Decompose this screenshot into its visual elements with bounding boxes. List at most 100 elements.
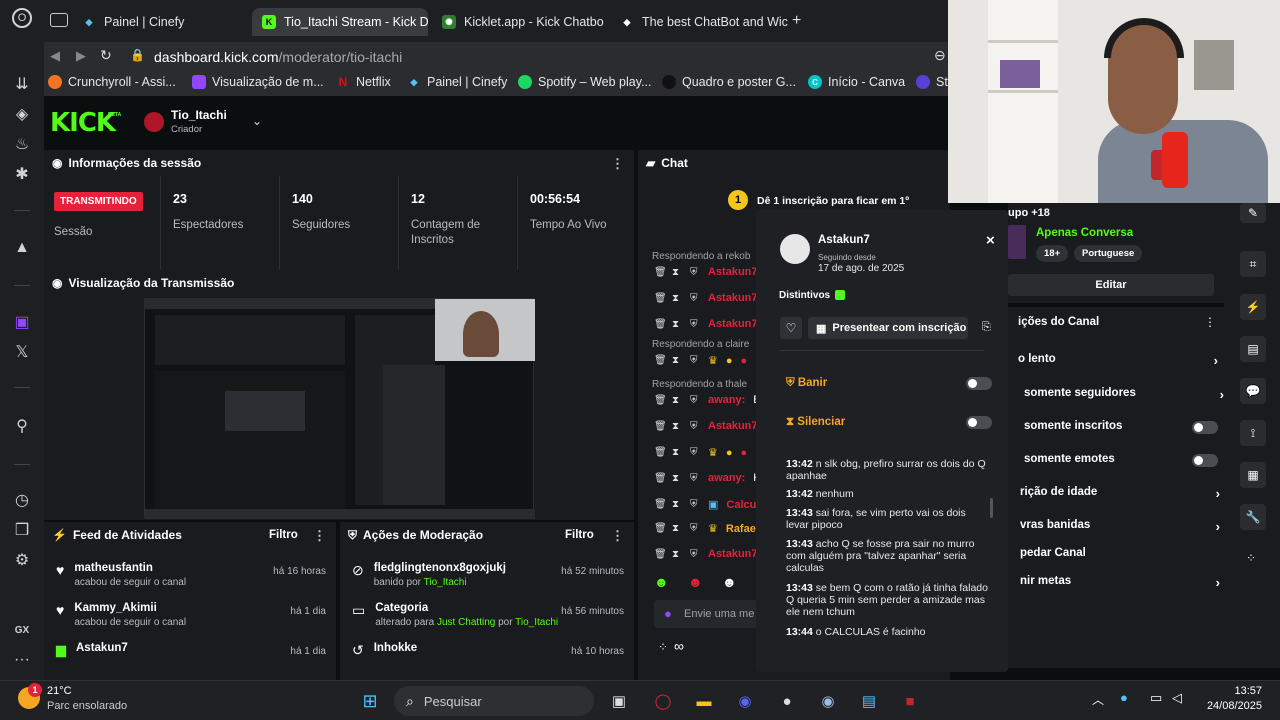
bookmark-cinefy[interactable]: ◆ Painel | Cinefy — [407, 75, 508, 89]
steam-icon[interactable]: ◉ — [815, 689, 841, 713]
notes-icon[interactable]: ▤ — [1240, 336, 1266, 362]
mic-tray-icon[interactable]: ● — [1120, 690, 1128, 705]
layout-icon[interactable]: ▦ — [1240, 462, 1266, 488]
bookmark-canva[interactable]: C Início - Canva — [808, 75, 905, 89]
tab-kicklet[interactable]: ✺ Kicklet.app - Kick Chatbo — [432, 8, 610, 36]
gift-banner[interactable]: Dê 1 inscrição para ficar em 1º — [757, 195, 909, 207]
session-menu-icon[interactable]: ⋮ — [611, 156, 624, 172]
obs-icon[interactable]: ● — [774, 689, 800, 713]
action-followers-only[interactable]: somente seguidores › — [1024, 387, 1224, 402]
url-field[interactable]: dashboard.kick.com/moderator/tio-itachi — [154, 49, 402, 65]
volume-icon[interactable]: ◁ — [1172, 690, 1182, 706]
action-slow-mode[interactable]: o lento › — [1018, 353, 1218, 368]
emote-third-icon[interactable]: ☻ — [722, 574, 737, 590]
profile-link-icon[interactable]: ⎘ — [982, 321, 991, 334]
screenshot-icon[interactable]: ⌗ — [1240, 251, 1266, 277]
chat-message[interactable]: 🗑⧗⛨awany:Bo — [654, 394, 767, 406]
chat-message[interactable]: 🗑⧗⛨awany:KK — [654, 472, 768, 484]
action-age-restriction[interactable]: rição de idade › — [1020, 486, 1220, 501]
more-icon[interactable]: ··· — [10, 648, 34, 672]
broadcast-wave-icon[interactable]: ⟟ — [1240, 420, 1266, 446]
chat-message[interactable]: 🗑 ⧗ ⛨ Astakun7: — [654, 548, 761, 560]
mute-toggle[interactable] — [966, 416, 992, 429]
bookmark-netflix[interactable]: N Netflix — [336, 75, 391, 89]
tag-portuguese[interactable]: Portuguese — [1074, 245, 1143, 262]
bookmark-crunchyroll[interactable]: Crunchyroll - Assi... — [48, 75, 176, 89]
clock-icon[interactable]: ◷ — [10, 488, 34, 512]
action-raid-channel[interactable]: pedar Canal — [1020, 547, 1220, 559]
stream-preview-video[interactable] — [144, 298, 535, 519]
bookmark-quadro[interactable]: Quadro e poster G... — [662, 75, 796, 89]
bookmark-spotify[interactable]: Spotify – Web play... — [518, 75, 651, 89]
channel-avatar[interactable] — [144, 112, 164, 132]
follow-heart-icon[interactable]: ♡ — [780, 317, 802, 339]
file-explorer-icon[interactable]: ▬ — [691, 689, 717, 713]
weather-temp[interactable]: 21°C — [47, 685, 72, 697]
windows-start-icon[interactable]: ⊞ — [357, 689, 383, 713]
action-emotes-only[interactable]: somente emotes — [1024, 453, 1224, 467]
chat-message[interactable]: 🗑 ⧗ ⛨ ♛ Rafaela — [654, 522, 765, 536]
chat-message[interactable]: 🗑 ⧗ ⛨ Astakun7: — [654, 266, 761, 278]
diamond-icon[interactable]: ◈ — [10, 102, 34, 126]
emotes-only-toggle[interactable] — [1192, 454, 1218, 467]
action-banned-words[interactable]: vras banidas › — [1020, 519, 1220, 534]
opera-menu-icon[interactable]: O — [12, 8, 32, 28]
bag-icon[interactable]: ♨ — [10, 132, 34, 156]
action-goals[interactable]: nir metas › — [1020, 575, 1220, 590]
subs-only-toggle[interactable] — [1192, 421, 1218, 434]
flash-icon[interactable]: ⚡ — [1240, 294, 1266, 320]
clock-date[interactable]: 24/08/2025 — [1204, 700, 1262, 712]
kick-logo[interactable]: KICK — [50, 108, 116, 138]
wrench-icon[interactable]: 🔧 — [1240, 504, 1266, 530]
clock-time[interactable]: 13:57 — [1204, 685, 1262, 697]
app-icon[interactable]: ■ — [897, 689, 923, 713]
channel-actions-menu-icon[interactable]: ⋮ — [1204, 315, 1216, 329]
close-icon[interactable]: × — [986, 232, 995, 249]
activity-menu-icon[interactable]: ⋮ — [313, 528, 326, 544]
bookmark-visualizacao[interactable]: Visualização de m... — [192, 75, 324, 89]
channel-switch-chevron-down-icon[interactable]: ⌄ — [252, 114, 262, 128]
aria-icon[interactable]: ⇊ — [10, 72, 34, 96]
cube-alt-icon[interactable]: ❒ — [10, 518, 34, 542]
discord-icon[interactable]: ◉ — [732, 689, 758, 713]
twitch-icon[interactable]: ▣ — [10, 310, 34, 334]
notepad-icon[interactable]: ▤ — [856, 689, 882, 713]
emote-icon[interactable]: ☻ — [654, 574, 669, 590]
ban-toggle[interactable] — [966, 377, 992, 390]
tab-kick-dashboard[interactable]: K Tio_Itachi Stream - Kick D — [252, 8, 428, 36]
gx-icon[interactable]: GX — [10, 618, 34, 642]
settings-dots-icon[interactable]: ⁘ — [658, 640, 668, 654]
gift-sub-button[interactable]: ▦ Presentear com inscrição — [808, 317, 968, 339]
chat-message[interactable]: 🗑 ⧗ ⛨ ▣ Calculi — [654, 498, 762, 512]
star-icon[interactable]: ✱ — [10, 162, 34, 186]
tab-chatbot[interactable]: ◆ The best ChatBot and Wic — [610, 8, 788, 36]
workspace-icon[interactable] — [50, 13, 68, 27]
moderation-filter-button[interactable]: Filtro — [565, 529, 594, 541]
opera-gx-icon[interactable]: ◯ — [650, 689, 676, 713]
infinity-icon[interactable]: ∞ — [674, 638, 684, 654]
dots-cluster-icon[interactable]: ⁘ — [1246, 551, 1256, 565]
emote-alt-icon[interactable]: ☻ — [688, 574, 703, 590]
x-icon[interactable]: 𝕏 — [10, 340, 34, 364]
chat-message[interactable]: 🗑 ⧗ ⛨ Astakun7: — [654, 420, 761, 432]
chat-message[interactable]: 🗑 ⧗ ⛨ ♛ ● ● — [654, 446, 747, 460]
moderation-menu-icon[interactable]: ⋮ — [611, 528, 624, 544]
chat-bubble-icon[interactable]: 💬 — [1240, 378, 1266, 404]
bookmark-st[interactable]: St — [916, 75, 948, 89]
reload-icon[interactable]: ↻ — [100, 47, 112, 64]
tool-icon[interactable]: ⚲ — [10, 414, 34, 438]
new-tab-icon[interactable]: + — [792, 12, 801, 30]
activity-filter-button[interactable]: Filtro — [269, 529, 298, 541]
weather-desc[interactable]: Parc ensolarado — [47, 700, 127, 712]
search-input[interactable]: ⌕ Pesquisar — [394, 686, 594, 716]
chat-message[interactable]: 🗑 ⧗ ⛨ Astakun7: — [654, 318, 761, 330]
forward-icon[interactable]: ▶ — [76, 48, 86, 64]
action-subs-only[interactable]: somente inscritos — [1024, 420, 1224, 434]
task-view-icon[interactable]: ▣ — [606, 689, 632, 713]
network-icon[interactable]: ▭ — [1150, 690, 1162, 706]
chat-message[interactable]: 🗑 ⧗ ⛨ ♛ ● ● — [654, 354, 747, 368]
zoom-icon[interactable]: ⊖ — [934, 47, 946, 64]
edit-pencil-icon[interactable]: ✎ — [1240, 203, 1266, 223]
chat-message[interactable]: 🗑 ⧗ ⛨ Astakun7: — [654, 292, 761, 304]
edit-button[interactable]: Editar — [1008, 274, 1214, 296]
